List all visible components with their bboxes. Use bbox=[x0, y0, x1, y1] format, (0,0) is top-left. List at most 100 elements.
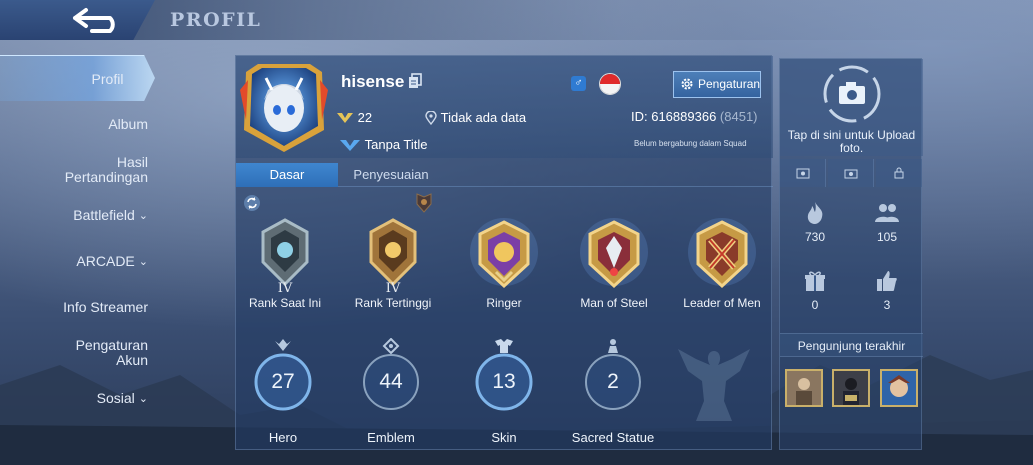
profile-tabs: Dasar Penyesuaian bbox=[236, 163, 773, 187]
hero-count: 27 bbox=[271, 370, 295, 393]
location-pin-icon bbox=[425, 109, 437, 125]
gifts-stat[interactable]: 0 bbox=[780, 269, 850, 312]
level-icon bbox=[337, 112, 353, 123]
lock-icon bbox=[894, 167, 904, 179]
location: Tidak ada data bbox=[425, 109, 526, 125]
avatar[interactable] bbox=[238, 60, 330, 155]
sidebar-item-pengaturan-akun[interactable]: Pengaturan Akun bbox=[48, 338, 148, 368]
stat-sacred-statue[interactable]: 2 Sacred Statue bbox=[559, 338, 667, 445]
back-arrow-icon bbox=[73, 8, 115, 33]
visitor-avatar-image bbox=[787, 371, 821, 405]
medal-rank-current[interactable]: IV Rank Saat Ini bbox=[231, 214, 339, 310]
sidebar-item-label: Hasil Pertandingan bbox=[64, 154, 148, 185]
fire-icon bbox=[807, 202, 823, 224]
stat-label: Skin bbox=[491, 430, 517, 445]
skin-count: 13 bbox=[492, 370, 516, 393]
sidebar-item-label: Battlefield bbox=[73, 207, 135, 223]
sidebar-item-album[interactable]: Album bbox=[0, 117, 148, 132]
squad-status: Belum bergabung dalam Squad bbox=[634, 139, 747, 148]
popularity-value: 730 bbox=[804, 230, 826, 244]
likes-stat[interactable]: 3 bbox=[852, 269, 922, 312]
sidebar-item-label: Album bbox=[108, 116, 148, 132]
refresh-icon[interactable] bbox=[243, 194, 261, 212]
page-title: PROFIL bbox=[170, 9, 262, 31]
popularity-stat[interactable]: 730 bbox=[780, 201, 850, 244]
medal-leader-of-men[interactable]: Leader of Men bbox=[668, 214, 776, 310]
sidebar-item-label: ARCADE bbox=[76, 253, 135, 269]
visitor-avatar[interactable] bbox=[880, 369, 918, 407]
gallery-tabs bbox=[780, 159, 923, 187]
user-id: ID: 616889366 (8451) bbox=[631, 109, 758, 124]
visitor-avatar[interactable] bbox=[785, 369, 823, 407]
location-text: Tidak ada data bbox=[440, 110, 527, 126]
top-bar bbox=[0, 0, 1033, 40]
stat-hero[interactable]: 27 Hero bbox=[229, 338, 337, 445]
hero-ring: 27 bbox=[253, 352, 313, 412]
stat-emblem[interactable]: 44 Emblem bbox=[337, 338, 445, 445]
medal-ringer[interactable]: Ringer bbox=[450, 214, 558, 310]
profile-header: hisense ♂ Pengaturan 22 Tidak ada data I… bbox=[236, 56, 773, 158]
chevron-down-icon: ⌄ bbox=[138, 392, 148, 405]
upload-photo-text: Tap di sini untuk Upload foto. bbox=[787, 128, 916, 155]
visitor-avatar-image bbox=[834, 371, 868, 405]
gallery-tab-lock[interactable] bbox=[876, 159, 922, 187]
gallery-tab-photo[interactable] bbox=[780, 159, 826, 187]
right-panel: Tap di sini untuk Upload foto. 730 105 0… bbox=[779, 58, 923, 450]
ringer-medal-icon bbox=[470, 218, 538, 289]
rank-tier-current: IV bbox=[278, 281, 293, 294]
leader-of-men-medal-icon bbox=[688, 218, 756, 289]
settings-button-label: Pengaturan bbox=[698, 77, 761, 91]
sidebar-item-info-streamer[interactable]: Info Streamer bbox=[0, 300, 148, 315]
skin-ring: 13 bbox=[474, 352, 534, 412]
friends-icon bbox=[875, 204, 899, 222]
indonesia-flag-icon bbox=[599, 73, 621, 95]
medal-label: Leader of Men bbox=[683, 296, 761, 310]
medal-label: Rank Saat Ini bbox=[248, 296, 322, 310]
sidebar-item-hasil-pertandingan[interactable]: Hasil Pertandingan bbox=[33, 155, 148, 185]
player-title-text: Tanpa Title bbox=[364, 137, 428, 153]
photo-icon bbox=[796, 168, 809, 179]
copy-icon[interactable] bbox=[408, 73, 422, 89]
level-value: 22 bbox=[357, 110, 373, 126]
visitor-avatar[interactable] bbox=[832, 369, 870, 407]
sacred-statue-ring: 2 bbox=[583, 352, 643, 412]
title-icon bbox=[340, 139, 360, 151]
upload-photo-area[interactable]: Tap di sini untuk Upload foto. bbox=[780, 59, 923, 156]
sidebar-item-label: Info Streamer bbox=[63, 299, 148, 315]
recent-visitors-title: Pengunjung terakhir bbox=[780, 333, 923, 357]
stat-label: Hero bbox=[268, 430, 298, 445]
man-of-steel-medal-icon bbox=[580, 218, 648, 289]
stat-skin[interactable]: 13 Skin bbox=[450, 338, 558, 445]
rank-tier-highest: IV bbox=[386, 281, 401, 294]
epic-rank-badge-icon: IV bbox=[261, 218, 309, 294]
player-title: Tanpa Title bbox=[339, 136, 428, 152]
profile-panel: hisense ♂ Pengaturan 22 Tidak ada data I… bbox=[235, 55, 773, 450]
medal-rank-highest[interactable]: IV Rank Tertinggi bbox=[339, 214, 447, 310]
username: hisense bbox=[341, 72, 405, 91]
tab-penyesuaian[interactable]: Penyesuaian bbox=[341, 163, 441, 187]
camera-small-icon bbox=[844, 169, 857, 179]
sidebar-item-sosial[interactable]: Sosial ⌄ bbox=[0, 391, 148, 407]
medal-man-of-steel[interactable]: Man of Steel bbox=[560, 214, 668, 310]
sidebar-item-label: Sosial bbox=[96, 390, 135, 406]
sidebar-item-battlefield[interactable]: Battlefield ⌄ bbox=[0, 208, 148, 224]
back-button[interactable] bbox=[0, 0, 155, 40]
chevron-down-icon: ⌄ bbox=[138, 209, 148, 222]
gallery-tab-camera[interactable] bbox=[828, 159, 874, 187]
medal-label: Man of Steel bbox=[580, 296, 648, 310]
sidebar-item-profil[interactable]: Profil bbox=[0, 55, 155, 101]
friends-value: 105 bbox=[876, 230, 898, 244]
sidebar-item-arcade[interactable]: ARCADE ⌄ bbox=[0, 254, 148, 270]
chevron-down-icon: ⌄ bbox=[138, 255, 148, 268]
settings-button[interactable]: Pengaturan bbox=[673, 71, 761, 98]
level-badge: 22 bbox=[336, 109, 372, 125]
male-gender-icon: ♂ bbox=[571, 76, 586, 91]
tab-dasar[interactable]: Dasar bbox=[236, 163, 338, 187]
friends-stat[interactable]: 105 bbox=[852, 201, 922, 244]
stat-label: Sacred Statue bbox=[571, 430, 655, 445]
user-id-text: ID: 616889366 bbox=[631, 109, 717, 124]
likes-value: 3 bbox=[883, 298, 891, 312]
emblem-count: 44 bbox=[379, 370, 403, 393]
camera-icon bbox=[823, 65, 881, 123]
rank-skin-badge-icon bbox=[416, 193, 432, 213]
